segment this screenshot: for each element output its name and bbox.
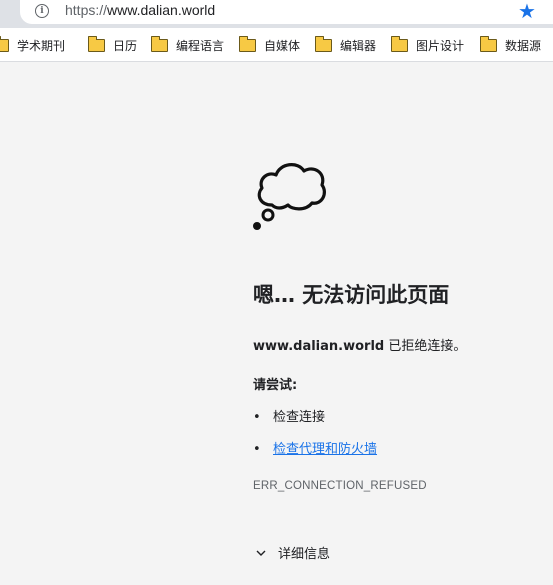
error-message-suffix: 已拒绝连接。 [384,339,467,354]
star-icon[interactable]: ★ [518,0,536,22]
browser-toolbar: i https://www.dalian.world ★ [0,0,553,28]
suggestion-text: 检查连接 [273,410,326,425]
details-button[interactable]: 详细信息 [256,543,330,562]
thought-cloud-icon [253,163,326,230]
list-item: • 检查代理和防火墙 [253,438,377,457]
bookmark-label: 自媒体 [264,38,301,53]
bookmark-label: 日历 [113,38,138,53]
bookmark-folder[interactable]: 数据源 [480,35,542,54]
bookmark-label: 学术期刊 [17,38,66,53]
bullet-dot: • [253,442,261,457]
proxy-firewall-link[interactable]: 检查代理和防火墙 [273,442,377,457]
error-code: ERR_CONNECTION_REFUSED [253,480,427,492]
folder-icon [391,35,408,52]
bookmark-label: 编辑器 [340,38,377,53]
folder-icon [0,35,9,52]
bookmark-folder[interactable]: 自媒体 [239,35,301,54]
error-message: www.dalian.world 已拒绝连接。 [253,335,466,354]
folder-icon [151,35,168,52]
folder-icon [88,35,105,52]
list-item: • 检查连接 [253,406,325,425]
chevron-down-icon [256,550,266,556]
info-icon[interactable]: i [35,4,49,18]
bookmark-folder[interactable]: 日历 [88,35,138,54]
folder-icon [315,35,332,52]
page-title: 嗯… 无法访问此页面 [253,283,450,307]
folder-icon [480,35,497,52]
bullet-dot: • [253,410,261,425]
url-text[interactable]: https://www.dalian.world [65,2,215,18]
bookmark-label: 编程语言 [176,38,225,53]
bookmarks-bar: 学术期刊 日历 编程语言 自媒体 编辑器 图片设计 数据源 [0,28,553,62]
bookmark-folder[interactable]: 图片设计 [391,35,465,54]
bookmark-label: 图片设计 [416,38,465,53]
bookmark-folder[interactable]: 学术期刊 [0,35,66,54]
bookmark-folder[interactable]: 编辑器 [315,35,377,54]
url-host: www.dalian.world [107,2,216,18]
details-label: 详细信息 [278,547,331,562]
bookmark-label: 数据源 [505,38,542,53]
try-label: 请尝试: [253,378,298,393]
bookmark-folder[interactable]: 编程语言 [151,35,225,54]
folder-icon [239,35,256,52]
error-host: www.dalian.world [253,339,385,354]
url-scheme: https:// [65,2,108,18]
toolbar-edge [0,0,12,28]
